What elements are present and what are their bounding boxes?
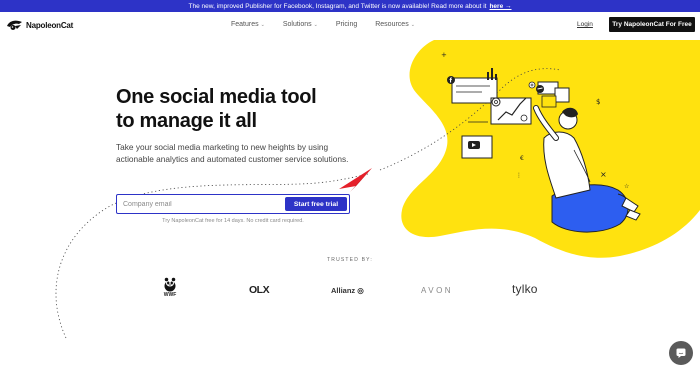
svg-text:⋮: ⋮ (516, 172, 522, 179)
twitter-icon (536, 85, 544, 93)
svg-text:×: × (600, 170, 607, 179)
hero-title: One social media tool to manage it all (116, 85, 416, 133)
login-link[interactable]: Login (577, 21, 593, 28)
announcement-link[interactable]: here → (489, 3, 511, 10)
brand-logo[interactable]: NapoleonCat (6, 19, 73, 31)
hero-illustration: + $ € × ☆ ⋮ f (55, 40, 700, 339)
hero-subtitle: Take your social media marketing to new … (116, 142, 349, 164)
chat-button[interactable] (669, 341, 693, 365)
hero-title-line1: One social media tool (116, 86, 317, 108)
brand-logo-wwf: WWF (160, 277, 180, 298)
brand-logo-tylko: tylko (512, 282, 538, 296)
menu-item-label: Resources (375, 21, 409, 28)
allianz-emblem-icon: ◎ (357, 286, 364, 295)
social-cards (451, 77, 570, 159)
svg-text:+: + (441, 51, 447, 59)
brand-wwf-text: WWF (163, 292, 177, 298)
email-field[interactable] (123, 198, 283, 210)
menu-item-label: Solutions (282, 21, 312, 28)
svg-text:$: $ (596, 98, 600, 106)
bar-chart-icon (487, 68, 497, 80)
chevron-down-icon: ⌄ (260, 21, 265, 28)
brand-name: NapoleonCat (26, 20, 74, 30)
start-free-trial-button[interactable]: Start free trial (285, 197, 347, 211)
brand-logo-avon: AVON (421, 286, 454, 295)
menu-item-features[interactable]: Features ⌄ (231, 21, 265, 28)
line-chart (497, 97, 527, 121)
brand-logo-allianz: Allianz ◎ (331, 286, 364, 295)
trial-note: Try NapoleonCat free for 14 days. No cre… (162, 218, 304, 224)
menu-item-resources[interactable]: Resources ⌄ (375, 21, 415, 28)
yellow-blob (401, 40, 700, 258)
signup-form: Start free trial (116, 194, 350, 214)
instagram-icon (491, 97, 501, 107)
svg-text:☆: ☆ (624, 183, 629, 190)
menu-item-label: Features (231, 21, 259, 28)
chevron-down-icon: ⌄ (410, 21, 415, 28)
paper-plane-icon (339, 168, 372, 192)
menu-item-solutions[interactable]: Solutions ⌄ (283, 21, 318, 28)
hero-title-line2: to manage it all (116, 110, 257, 132)
youtube-icon (468, 141, 480, 149)
brand-logo-olx: OLX (249, 284, 270, 296)
panda-logo-icon (164, 277, 176, 292)
svg-text:f: f (449, 78, 452, 85)
chat-icon (676, 348, 686, 358)
menu-item-pricing[interactable]: Pricing (336, 21, 357, 28)
main-menu: Features ⌄ Solutions ⌄ Pricing Resources… (231, 21, 415, 28)
trusted-by-label: TRUSTED BY: (327, 257, 373, 263)
navbar: NapoleonCat Features ⌄ Solutions ⌄ Prici… (0, 12, 700, 40)
chevron-down-icon: ⌄ (313, 21, 318, 28)
brand-allianz-text: Allianz (331, 286, 356, 295)
svg-text:€: € (520, 155, 524, 162)
announcement-bar: The new, improved Publisher for Facebook… (0, 0, 700, 12)
facebook-icon (447, 76, 455, 84)
napoleoncat-logo-icon (7, 20, 22, 30)
person-illustration (533, 105, 641, 233)
menu-item-label: Pricing (335, 21, 358, 28)
try-free-button[interactable]: Try NapoleonCat For Free (609, 17, 695, 32)
plus-icon (528, 81, 536, 89)
announcement-text: The new, improved Publisher for Facebook… (188, 2, 487, 10)
